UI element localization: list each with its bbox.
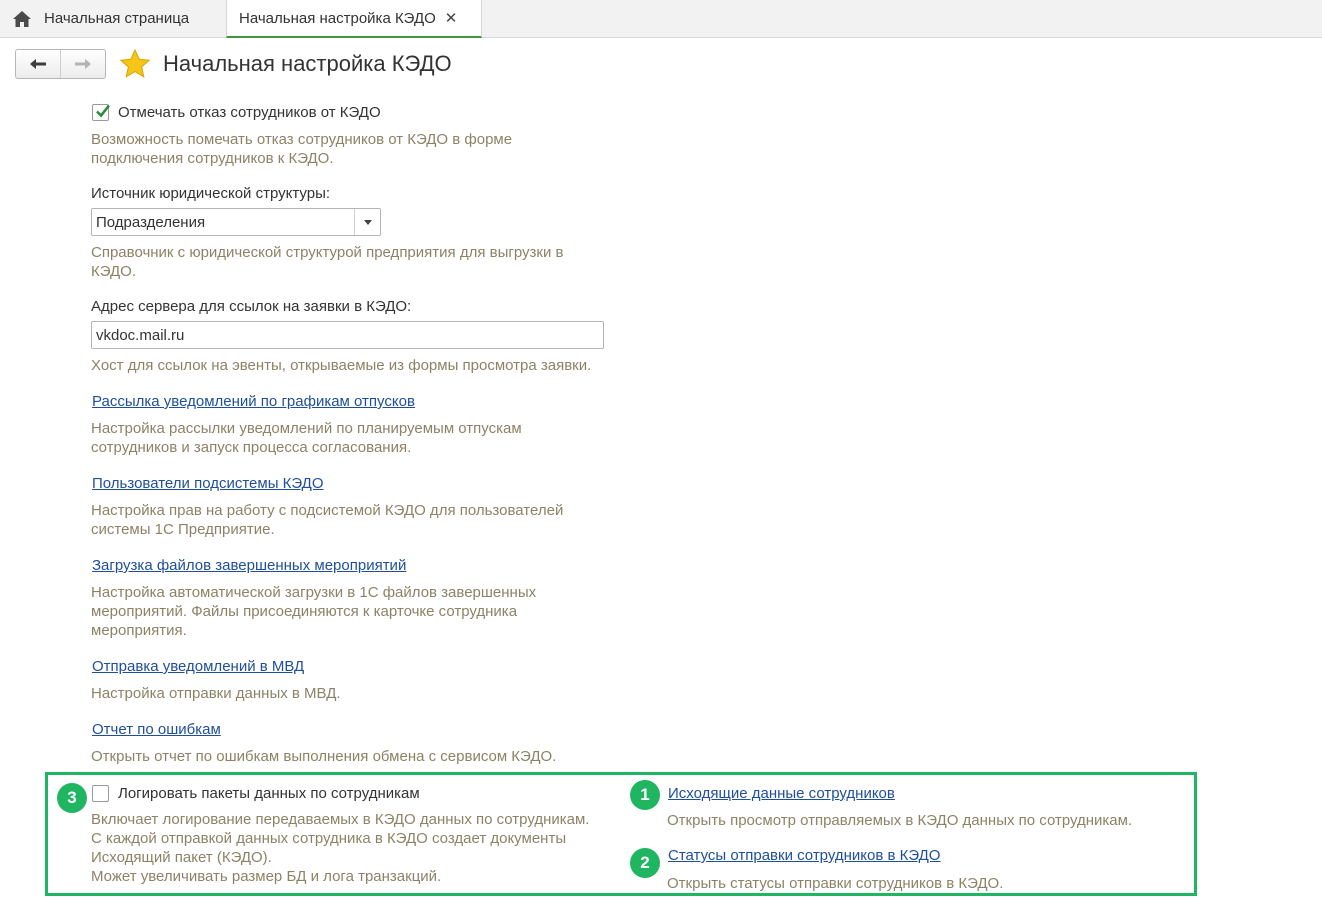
navigation-buttons: [15, 49, 106, 79]
page-title: Начальная настройка КЭДО: [163, 51, 452, 76]
refusal-checkbox-label[interactable]: Отмечать отказ сотрудников от КЭДО: [118, 104, 381, 121]
description-line: Исходящий пакет (КЭДО).: [91, 849, 272, 866]
vacation-notifications-link[interactable]: Рассылка уведомлений по графикам отпуско…: [92, 393, 415, 410]
legal-source-label: Источник юридической структуры:: [91, 185, 331, 202]
server-address-description: Хост для ссылок на эвенты, открываемые и…: [91, 356, 591, 375]
description-line: подключения сотрудников к КЭДО.: [91, 150, 334, 167]
description-line: Настройка рассылки уведомлений по планир…: [91, 420, 522, 437]
badge-2: 2: [630, 848, 660, 878]
description-line: С каждой отправкой данных сотрудника в К…: [91, 830, 567, 847]
badge-3: 3: [57, 783, 87, 813]
description-line: системы 1С Предприятие.: [91, 521, 275, 538]
legal-source-select[interactable]: Подразделения: [91, 208, 381, 236]
vacation-notifications-description: Настройка рассылки уведомлений по планир…: [91, 419, 522, 457]
log-packets-checkbox[interactable]: [92, 785, 109, 802]
outgoing-data-link[interactable]: Исходящие данные сотрудников: [668, 785, 895, 802]
forward-button[interactable]: [60, 50, 105, 78]
send-statuses-link[interactable]: Статусы отправки сотрудников в КЭДО: [668, 847, 940, 864]
checkmark-icon: [96, 104, 111, 118]
description-line: Настройка автоматической загрузки в 1С ф…: [91, 584, 537, 601]
log-packets-label[interactable]: Логировать пакеты данных по сотрудникам: [118, 785, 420, 802]
description-line: КЭДО.: [91, 263, 137, 280]
chevron-down-icon: [363, 219, 372, 225]
mvd-notifications-link[interactable]: Отправка уведомлений в МВД: [92, 658, 304, 675]
description-line: Может увеличивать размер БД и лога транз…: [91, 868, 442, 885]
refusal-checkbox[interactable]: [92, 104, 111, 121]
tab-initial-setup-label: Начальная настройка КЭДО: [239, 9, 436, 27]
favorite-star-icon[interactable]: [119, 48, 151, 80]
error-report-link[interactable]: Отчет по ошибкам: [92, 721, 221, 738]
description-line: Открыть отчет по ошибкам выполнения обме…: [91, 748, 557, 765]
send-statuses-description: Открыть статусы отправки сотрудников в К…: [667, 875, 1004, 892]
description-line: мероприятия.: [91, 622, 187, 639]
subsystem-users-description: Настройка прав на работу с подсистемой К…: [91, 501, 563, 539]
description-line: Хост для ссылок на эвенты, открываемые и…: [91, 357, 592, 374]
description-line: сотрудников и запуск процесса согласован…: [91, 439, 412, 456]
legal-source-description: Справочник с юридической структурой пред…: [91, 243, 563, 281]
description-line: Включает логирование передаваемых в КЭДО…: [91, 811, 590, 828]
dropdown-button[interactable]: [354, 209, 380, 235]
arrow-right-icon: [75, 59, 91, 69]
tab-home-label: Начальная страница: [44, 10, 190, 27]
tab-initial-setup[interactable]: Начальная настройка КЭДО ✕: [226, 0, 482, 38]
log-packets-description: Включает логирование передаваемых в КЭДО…: [91, 810, 589, 886]
back-button[interactable]: [16, 50, 60, 78]
description-line: Настройка прав на работу с подсистемой К…: [91, 502, 564, 519]
description-line: Справочник с юридической структурой пред…: [91, 244, 564, 261]
tab-bar: Начальная страница Начальная настройка К…: [0, 0, 1322, 38]
description-line: мероприятий. Файлы присоединяются к карт…: [91, 603, 518, 620]
completed-events-files-link[interactable]: Загрузка файлов завершенных мероприятий: [92, 557, 406, 574]
refusal-description: Возможность помечать отказ сотрудников о…: [91, 130, 512, 168]
badge-1: 1: [630, 780, 660, 810]
server-address-label: Адрес сервера для ссылок на заявки в КЭД…: [91, 298, 412, 315]
description-line: Возможность помечать отказ сотрудников о…: [91, 131, 513, 148]
mvd-notifications-description: Настройка отправки данных в МВД.: [91, 684, 341, 703]
completed-events-files-description: Настройка автоматической загрузки в 1С ф…: [91, 583, 536, 640]
close-icon[interactable]: ✕: [445, 9, 458, 27]
legal-source-value: Подразделения: [96, 214, 206, 231]
tab-home[interactable]: Начальная страница: [0, 0, 222, 37]
arrow-left-icon: [30, 59, 46, 69]
home-icon: [13, 10, 31, 27]
server-address-input[interactable]: [91, 321, 604, 349]
subsystem-users-link[interactable]: Пользователи подсистемы КЭДО: [92, 475, 324, 492]
outgoing-data-description: Открыть просмотр отправляемых в КЭДО дан…: [667, 812, 1133, 829]
description-line: Настройка отправки данных в МВД.: [91, 685, 341, 702]
error-report-description: Открыть отчет по ошибкам выполнения обме…: [91, 747, 556, 766]
